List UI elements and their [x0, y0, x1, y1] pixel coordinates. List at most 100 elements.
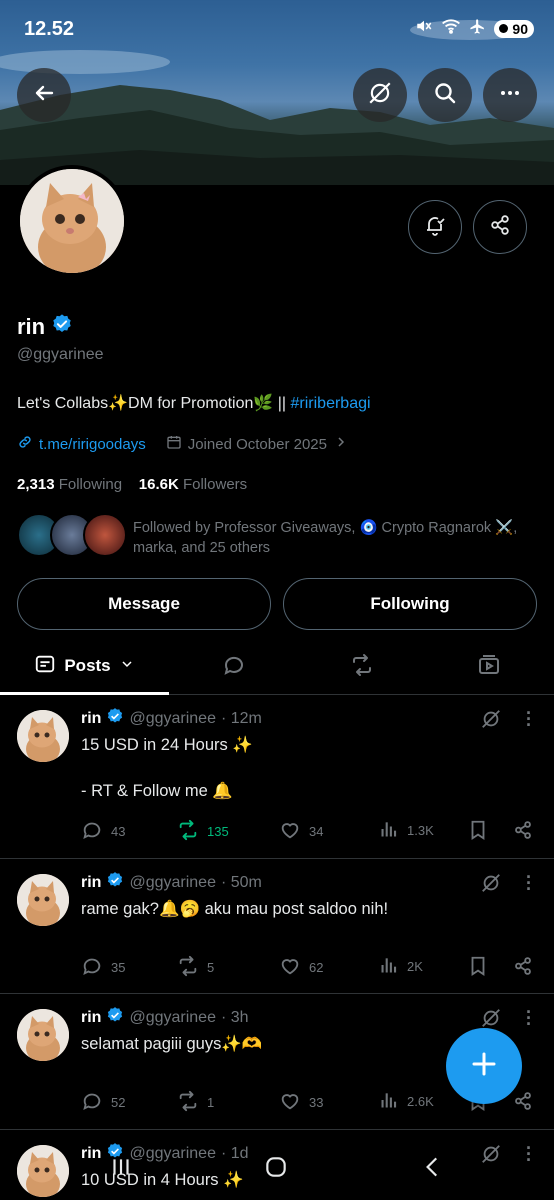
- posts-icon: [34, 653, 56, 680]
- repost-icon: [177, 1090, 199, 1115]
- repost-button[interactable]: 1: [177, 1090, 214, 1115]
- followers-count: 16.6K: [138, 476, 179, 493]
- reply-button[interactable]: 52: [81, 1090, 125, 1115]
- follower-avatar: [83, 513, 127, 557]
- post-item[interactable]: rin @ggyarinee · 50m · · · rame gak?🔔🥱 aku…: [0, 860, 554, 994]
- more-vertical-icon[interactable]: · · ·: [526, 868, 532, 898]
- bookmark-button[interactable]: [467, 955, 489, 980]
- battery-indicator: 90: [494, 19, 534, 38]
- grok-icon: [367, 80, 393, 111]
- repost-count: 5: [207, 960, 215, 975]
- views-icon: [379, 955, 399, 978]
- joined-date: Joined October 2025: [187, 435, 327, 453]
- bio-text: Let's Collabs✨DM for Promotion🌿 ||: [17, 395, 291, 412]
- post-author-name[interactable]: rin: [81, 710, 101, 728]
- heart-icon: [279, 955, 301, 980]
- post-actions: 43 135 34 1.3K: [81, 819, 540, 843]
- verified-badge-icon[interactable]: [51, 313, 73, 341]
- post-author-name[interactable]: rin: [81, 1009, 101, 1027]
- grok-icon[interactable]: [480, 708, 502, 735]
- more-options-button[interactable]: [483, 68, 537, 122]
- reply-icon: [222, 653, 246, 682]
- status-bar: 12.52 90: [0, 0, 554, 60]
- like-button[interactable]: 34: [279, 819, 323, 844]
- following-count: 2,313: [17, 476, 55, 493]
- profile-avatar[interactable]: [16, 165, 128, 277]
- grok-icon[interactable]: [480, 872, 502, 899]
- followers-label: Followers: [182, 476, 248, 493]
- views-button[interactable]: 2K: [379, 955, 423, 978]
- following-stat[interactable]: 2,313 Following: [17, 476, 122, 493]
- views-button[interactable]: 2.6K: [379, 1090, 434, 1113]
- chevron-right-icon[interactable]: [333, 434, 349, 454]
- share-button[interactable]: [512, 1090, 534, 1115]
- bell-check-icon: [423, 213, 447, 242]
- heart-icon: [279, 819, 301, 844]
- profile-meta: t.me/ririgoodays Joined October 2025: [17, 434, 349, 454]
- followers-stat[interactable]: 16.6K Followers: [139, 476, 247, 493]
- bio-hashtag-link[interactable]: #ririberbagi: [291, 395, 371, 412]
- repost-count: 135: [207, 824, 229, 839]
- notifications-button[interactable]: [408, 200, 462, 254]
- calendar-icon: [166, 434, 182, 454]
- bookmark-button[interactable]: [467, 819, 489, 844]
- post-avatar[interactable]: [17, 710, 69, 762]
- bookmark-icon: [467, 955, 489, 980]
- share-button[interactable]: [512, 955, 534, 980]
- views-count: 2K: [407, 959, 423, 974]
- reply-button[interactable]: 43: [81, 819, 125, 844]
- tab-posts[interactable]: Posts: [0, 640, 169, 695]
- post-item[interactable]: rin @ggyarinee · 12m · · · 15 USD in 24 Ho…: [0, 696, 554, 859]
- more-vertical-icon[interactable]: · · ·: [526, 704, 532, 734]
- tab-replies[interactable]: [207, 640, 261, 695]
- repost-button[interactable]: 5: [177, 955, 214, 980]
- reply-icon: [81, 1090, 103, 1115]
- airplane-icon: [469, 18, 486, 40]
- profile-website-link[interactable]: t.me/ririgoodays: [39, 436, 146, 453]
- followed-by-section[interactable]: Followed by Professor Giveaways, 🧿 Crypt…: [17, 513, 537, 561]
- grok-button[interactable]: [353, 68, 407, 122]
- following-button[interactable]: Following: [283, 578, 537, 630]
- post-author-handle[interactable]: @ggyarinee: [129, 710, 216, 728]
- views-count: 1.3K: [407, 823, 434, 838]
- like-count: 62: [309, 960, 324, 975]
- post-author-handle[interactable]: @ggyarinee: [129, 1009, 216, 1027]
- post-author-name[interactable]: rin: [81, 874, 101, 892]
- share-icon: [512, 819, 534, 844]
- message-button[interactable]: Message: [17, 578, 271, 630]
- back-button[interactable]: [17, 68, 71, 122]
- share-icon: [512, 955, 534, 980]
- tab-reposts[interactable]: [335, 640, 389, 695]
- followed-by-text: Followed by Professor Giveaways, 🧿 Crypt…: [133, 520, 518, 556]
- repost-icon: [177, 955, 199, 980]
- like-count: 34: [309, 824, 324, 839]
- like-button[interactable]: 33: [279, 1090, 323, 1115]
- verified-badge-icon: [106, 707, 124, 730]
- post-author-handle[interactable]: @ggyarinee: [129, 874, 216, 892]
- like-button[interactable]: 62: [279, 955, 323, 980]
- reply-icon: [81, 819, 103, 844]
- reply-button[interactable]: 35: [81, 955, 125, 980]
- like-count: 33: [309, 1095, 324, 1110]
- share-button[interactable]: [512, 819, 534, 844]
- post-avatar[interactable]: [17, 1009, 69, 1061]
- verified-badge-icon: [106, 871, 124, 894]
- system-nav-bar: [0, 1140, 554, 1200]
- recent-apps-icon[interactable]: [108, 1154, 134, 1185]
- views-count: 2.6K: [407, 1094, 434, 1109]
- home-icon[interactable]: [263, 1154, 289, 1185]
- profile-tabs: Posts: [0, 640, 554, 695]
- views-button[interactable]: 1.3K: [379, 819, 434, 842]
- share-profile-button[interactable]: [473, 200, 527, 254]
- post-avatar[interactable]: [17, 874, 69, 926]
- search-button[interactable]: [418, 68, 472, 122]
- repost-button[interactable]: 135: [177, 819, 229, 844]
- compose-post-button[interactable]: [446, 1028, 522, 1104]
- back-nav-icon[interactable]: [420, 1154, 446, 1185]
- profile-bio: Let's Collabs✨DM for Promotion🌿 || #riri…: [17, 393, 371, 413]
- more-vertical-icon[interactable]: · · ·: [526, 1003, 532, 1033]
- reply-icon: [81, 955, 103, 980]
- tab-media[interactable]: [462, 640, 516, 695]
- profile-name: rin: [17, 313, 73, 341]
- status-time: 12.52: [24, 18, 75, 40]
